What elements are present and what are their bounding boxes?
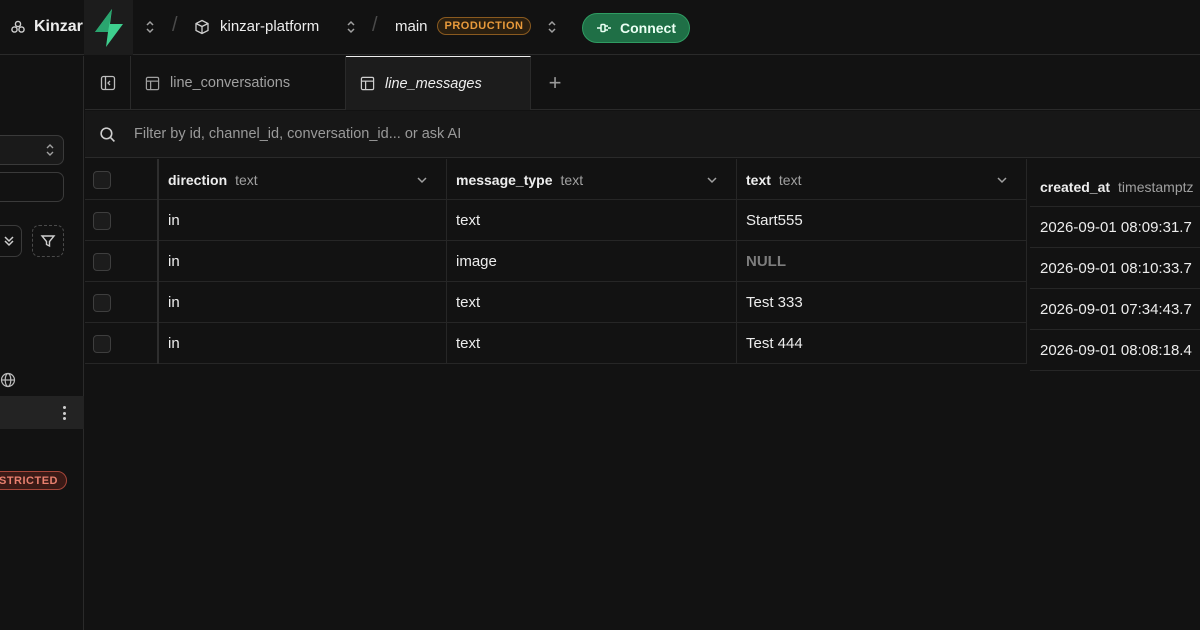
filter-input[interactable] (134, 126, 1034, 142)
chevron-down-icon[interactable] (416, 176, 428, 184)
filter-bar (85, 111, 1200, 158)
cell-text-null[interactable]: NULL (737, 241, 1027, 282)
top-bar: Kinzar / kinzar-platform / main PRODUCTI… (0, 0, 1200, 55)
cell-direction[interactable]: in (159, 282, 447, 323)
org-icon (11, 20, 25, 33)
cell-message-type[interactable]: text (447, 200, 737, 241)
table-row[interactable]: in image NULL (85, 241, 1027, 282)
filter-button[interactable] (32, 225, 64, 257)
chevron-down-icon[interactable] (996, 176, 1008, 184)
panel-left-icon (100, 75, 115, 91)
row-select-cell (85, 323, 159, 364)
plug-icon (597, 23, 611, 33)
collapse-button[interactable] (0, 225, 22, 257)
branch-name: main (395, 17, 428, 35)
table-search-input[interactable] (0, 172, 64, 202)
column-header-direction[interactable]: direction text (159, 159, 447, 200)
schema-select[interactable] (0, 135, 64, 165)
table-row[interactable]: in text Test 444 (85, 323, 1027, 364)
project-name: kinzar-platform (220, 18, 320, 35)
column-header-message-type[interactable]: message_type text (447, 159, 737, 200)
cell-created-at[interactable]: 2026-09-01 08:09:31.7 (1030, 207, 1200, 248)
branch-switcher[interactable]: main PRODUCTION (395, 17, 532, 35)
cell-direction[interactable]: in (159, 200, 447, 241)
tab-label: line_conversations (170, 75, 291, 91)
left-sidebar: STRICTED (0, 56, 84, 630)
cell-message-type[interactable]: text (447, 282, 737, 323)
cell-message-type[interactable]: image (447, 241, 737, 282)
chevron-down-icon[interactable] (706, 176, 718, 184)
table-row[interactable]: in text Test 333 (85, 282, 1027, 323)
select-all-cell (85, 159, 159, 200)
cell-text[interactable]: Start555 (737, 200, 1027, 241)
tab-line-messages[interactable]: line_messages (346, 56, 531, 110)
row-checkbox[interactable] (93, 293, 111, 312)
row-checkbox[interactable] (93, 211, 111, 230)
table-icon (360, 76, 375, 91)
column-header-created-at[interactable]: created_at timestamptz (1030, 167, 1200, 207)
table-icon (145, 76, 160, 90)
row-select-cell (85, 200, 159, 241)
cell-created-at[interactable]: 2026-09-01 07:34:43.7 (1030, 289, 1200, 330)
cell-direction[interactable]: in (159, 323, 447, 364)
connect-button[interactable]: Connect (582, 13, 690, 43)
plus-icon: + (548, 70, 562, 95)
globe-icon (0, 372, 16, 388)
tab-label: line_messages (385, 75, 482, 92)
row-checkbox[interactable] (93, 334, 111, 353)
cell-text[interactable]: Test 333 (737, 282, 1027, 323)
bolt-logo-icon (94, 8, 123, 47)
cell-message-type[interactable]: text (447, 323, 737, 364)
project-switcher[interactable]: kinzar-platform (194, 18, 319, 35)
search-icon (100, 126, 115, 142)
production-badge: PRODUCTION (436, 17, 532, 35)
breadcrumb-separator: / (372, 14, 378, 36)
app-logo[interactable] (84, 0, 133, 55)
row-select-cell (85, 241, 159, 282)
branch-chevron-updown-icon[interactable] (546, 19, 558, 35)
column-header-text[interactable]: text text (737, 159, 1027, 200)
cube-icon (195, 19, 209, 34)
filter-icon (40, 235, 56, 248)
restricted-badge: STRICTED (0, 471, 67, 490)
cell-created-at[interactable]: 2026-09-01 08:10:33.7 (1030, 248, 1200, 289)
cell-created-at[interactable]: 2026-09-01 08:08:18.4 (1030, 330, 1200, 371)
tab-line-conversations[interactable]: line_conversations (131, 56, 346, 110)
org-switcher[interactable]: Kinzar (0, 18, 83, 36)
sidebar-item-line-messages[interactable] (0, 396, 84, 429)
tab-bar: line_conversations line_messages + (85, 56, 1200, 110)
project-chevron-updown-icon[interactable] (345, 19, 357, 35)
cell-text[interactable]: Test 444 (737, 323, 1027, 364)
sidebar-toggle-button[interactable] (85, 56, 131, 110)
chevron-updown-icon (46, 144, 54, 156)
org-name: Kinzar (34, 18, 83, 35)
connect-label: Connect (620, 20, 676, 36)
more-options-icon[interactable] (58, 404, 70, 422)
table-header-row: direction text message_type text text text (85, 159, 1027, 200)
row-checkbox[interactable] (93, 252, 111, 271)
select-all-checkbox[interactable] (93, 170, 111, 189)
row-select-cell (85, 282, 159, 323)
table-row[interactable]: in text Start555 (85, 200, 1027, 241)
new-tab-button[interactable]: + (531, 56, 579, 110)
breadcrumb-separator: / (172, 14, 178, 36)
chevrons-down-icon (4, 236, 14, 247)
org-chevron-updown-icon[interactable] (144, 19, 156, 35)
cell-direction[interactable]: in (159, 241, 447, 282)
column-created-at[interactable]: created_at timestamptz 2026-09-01 08:09:… (1030, 167, 1200, 371)
